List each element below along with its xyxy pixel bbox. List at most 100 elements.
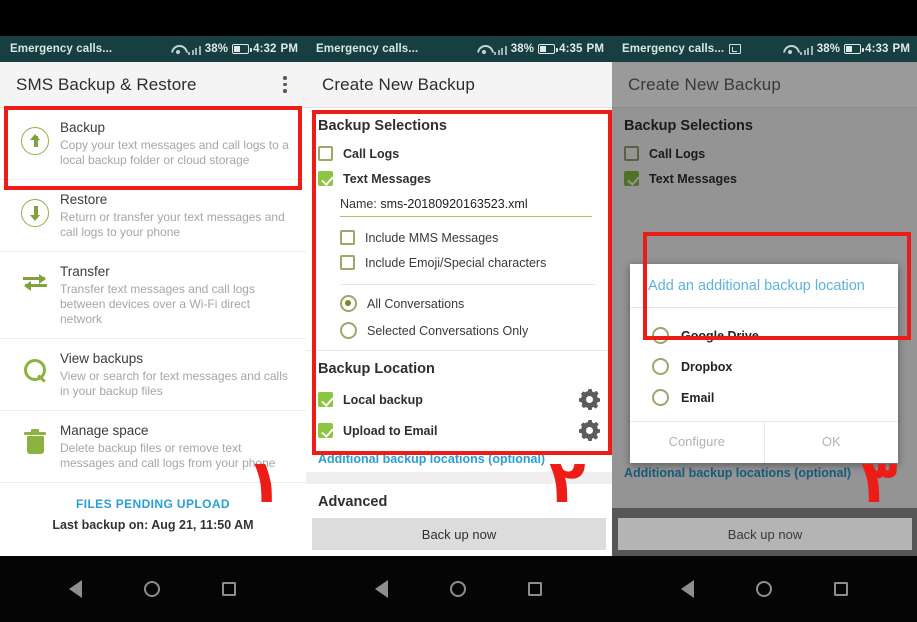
location-local-backup[interactable]: Local backup	[306, 384, 612, 415]
wifi-icon	[783, 44, 796, 55]
location-label: Local backup	[343, 392, 423, 407]
gear-icon[interactable]	[579, 389, 600, 410]
page-title-3: Create New Backup	[628, 74, 781, 94]
menu-item-subtitle: Copy your text messages and call logs to…	[60, 138, 289, 167]
home-circle-icon[interactable]	[755, 581, 772, 597]
checkbox-include-emoji[interactable]: Include Emoji/Special characters	[306, 250, 612, 275]
menu-item-restore[interactable]: Restore Return or transfer your text mes…	[0, 180, 306, 252]
status-carrier-2: Emergency calls...	[316, 43, 419, 55]
location-label: Upload to Email	[343, 423, 438, 438]
back-triangle-icon[interactable]	[69, 580, 83, 598]
android-nav-bar	[0, 556, 917, 622]
menu-item-transfer[interactable]: Transfer Transfer text messages and call…	[0, 252, 306, 339]
app-bar-3: Create New Backup	[612, 62, 917, 108]
checkbox-label: Text Messages	[343, 171, 432, 186]
checkbox-icon	[340, 255, 355, 270]
option-google-drive[interactable]: Google Drive	[630, 320, 898, 351]
status-bar-1: Emergency calls... 38% 4:32 PM	[0, 36, 306, 62]
checkbox-checked-icon	[318, 171, 333, 186]
cast-icon	[729, 44, 742, 54]
wifi-icon	[171, 44, 184, 55]
annotation-step-3: ۳	[861, 447, 898, 517]
option-label: Dropbox	[681, 359, 733, 374]
dialog-actions: Configure OK	[630, 421, 898, 463]
name-value: sms-20180920163523.xml	[380, 197, 528, 211]
checkbox-label: Call Logs	[343, 146, 400, 161]
kebab-menu-icon[interactable]	[274, 70, 296, 99]
battery-icon	[538, 44, 558, 54]
clock-ampm-3: PM	[892, 43, 910, 55]
divider	[340, 284, 596, 285]
dialog-options: Google Drive Dropbox Email	[630, 307, 898, 421]
top-black-bar	[0, 0, 917, 36]
annotation-step-1: ۱	[246, 447, 283, 517]
backup-name-field[interactable]: Name: sms-20180920163523.xml	[306, 191, 612, 213]
configure-button[interactable]: Configure	[630, 422, 764, 463]
menu-item-subtitle: Return or transfer your text messages an…	[60, 210, 285, 239]
home-circle-icon[interactable]	[450, 581, 466, 597]
gear-icon[interactable]	[579, 420, 600, 441]
backup-location-heading: Backup Location	[318, 361, 435, 377]
radio-label: Selected Conversations Only	[367, 323, 529, 338]
back-up-now-button[interactable]: Back up now	[618, 518, 912, 550]
radio-icon	[340, 322, 357, 339]
radio-icon	[652, 389, 669, 406]
menu-item-title: View backups	[60, 351, 144, 366]
checkbox-icon	[340, 230, 355, 245]
signal-icon	[494, 44, 507, 55]
checkbox-include-mms[interactable]: Include MMS Messages	[306, 225, 612, 250]
clock-ampm-1: PM	[280, 43, 298, 55]
menu-item-backup[interactable]: Backup Copy your text messages and call …	[0, 108, 306, 180]
radio-selected-conversations[interactable]: Selected Conversations Only	[306, 317, 612, 344]
battery-percent-1: 38%	[204, 43, 229, 55]
clock-3: 4:33	[865, 43, 889, 55]
recents-square-icon[interactable]	[833, 582, 848, 596]
menu-item-subtitle: Transfer text messages and call logs bet…	[60, 282, 255, 326]
menu-item-view-backups[interactable]: View backups View or search for text mes…	[0, 339, 306, 411]
add-backup-location-dialog: Add an additional backup location Google…	[630, 264, 898, 463]
option-email[interactable]: Email	[630, 382, 898, 413]
page-title-2: Create New Backup	[322, 74, 475, 94]
magnifier-icon	[12, 350, 58, 384]
back-triangle-icon[interactable]	[680, 580, 694, 598]
home-circle-icon[interactable]	[144, 581, 161, 597]
menu-item-title: Transfer	[60, 264, 110, 279]
name-field-underline	[340, 216, 592, 217]
main-menu-list: Backup Copy your text messages and call …	[0, 108, 306, 483]
back-triangle-icon[interactable]	[375, 580, 388, 598]
recents-square-icon[interactable]	[222, 582, 237, 596]
radio-label: All Conversations	[367, 296, 465, 311]
back-up-now-button[interactable]: Back up now	[312, 518, 606, 550]
name-label: Name:	[340, 197, 377, 211]
download-circle-icon	[12, 191, 58, 227]
option-label: Email	[681, 390, 715, 405]
battery-percent-2: 38%	[510, 43, 535, 55]
nav-group-2	[306, 556, 612, 622]
menu-item-subtitle: View or search for text messages and cal…	[60, 369, 288, 398]
radio-icon	[652, 358, 669, 375]
clock-2: 4:35	[559, 43, 583, 55]
location-upload-to-email[interactable]: Upload to Email	[306, 415, 612, 446]
wifi-icon	[477, 44, 490, 55]
clock-ampm-2: PM	[586, 43, 604, 55]
menu-item-title: Restore	[60, 192, 108, 207]
status-carrier-3: Emergency calls...	[622, 43, 725, 55]
upload-circle-icon	[12, 119, 58, 155]
signal-icon	[188, 44, 201, 55]
checkbox-call-logs[interactable]: Call Logs	[306, 141, 612, 166]
radio-all-conversations[interactable]: All Conversations	[306, 290, 612, 317]
menu-item-title: Backup	[60, 120, 106, 135]
last-backup-text: Last backup on: Aug 21, 11:50 AM	[52, 518, 254, 532]
page-title-1: SMS Backup & Restore	[16, 74, 197, 94]
signal-icon	[800, 44, 813, 55]
radio-icon	[652, 327, 669, 344]
option-dropbox[interactable]: Dropbox	[630, 351, 898, 382]
backup-selections-heading: Backup Selections	[318, 118, 447, 134]
checkbox-text-messages[interactable]: Text Messages	[306, 166, 612, 191]
recents-square-icon[interactable]	[528, 582, 542, 596]
battery-icon	[232, 44, 252, 54]
battery-percent-3: 38%	[816, 43, 841, 55]
transfer-arrows-icon	[12, 263, 58, 293]
status-bar-3: Emergency calls... 38% 4:33 PM	[612, 36, 917, 62]
annotation-step-2: ۲	[549, 447, 586, 517]
